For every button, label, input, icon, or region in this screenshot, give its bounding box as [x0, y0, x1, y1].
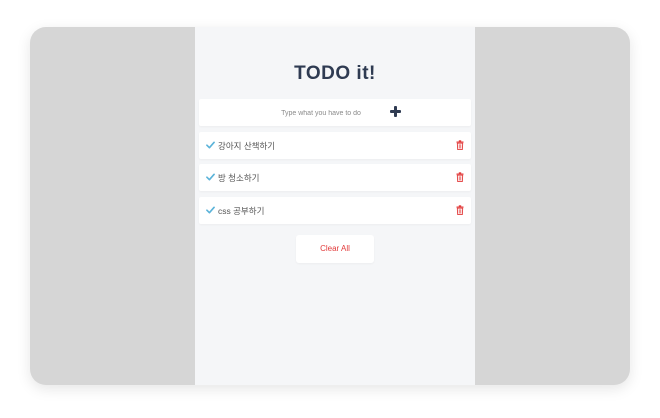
- todo-item: 방 청소하기: [199, 164, 471, 191]
- todo-text: 강아지 산책하기: [218, 141, 276, 151]
- check-icon[interactable]: [206, 206, 215, 214]
- todo-text: 방 청소하기: [218, 173, 260, 183]
- app-title: TODO it!: [294, 63, 376, 84]
- check-icon[interactable]: [206, 141, 215, 149]
- trash-icon[interactable]: [456, 140, 464, 150]
- todo-text: css 공부하기: [218, 206, 265, 216]
- todo-item: css 공부하기: [199, 197, 471, 224]
- todo-input[interactable]: [259, 103, 383, 124]
- check-icon[interactable]: [206, 173, 215, 181]
- todo-item: 강아지 산책하기: [199, 132, 471, 159]
- trash-icon[interactable]: [456, 172, 464, 182]
- window-frame: TODO it! 강아지 산책하기 방 청소하기: [30, 27, 630, 385]
- todo-input-row: [199, 99, 471, 126]
- trash-icon[interactable]: [456, 205, 464, 215]
- clear-all-button[interactable]: Clear All: [296, 235, 374, 263]
- plus-icon[interactable]: [389, 105, 403, 119]
- todo-app: TODO it! 강아지 산책하기 방 청소하기: [195, 27, 475, 385]
